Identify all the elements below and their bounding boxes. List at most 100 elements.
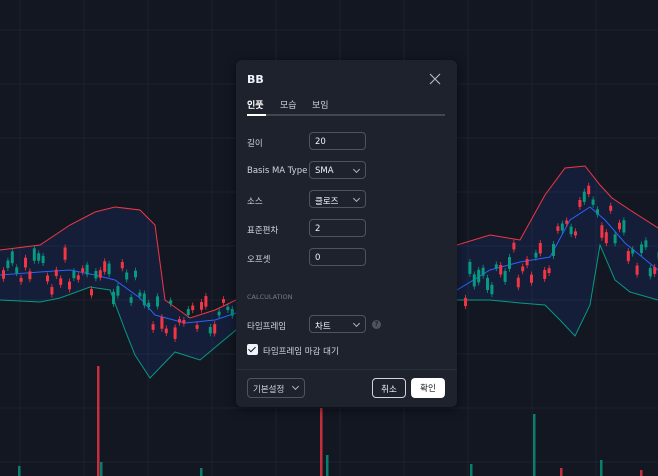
- candle-body: [604, 232, 608, 244]
- stddev-label: 표준편차: [247, 226, 279, 236]
- volume-bar: [97, 366, 100, 476]
- candle-body: [72, 271, 76, 279]
- candle-body: [534, 252, 538, 258]
- candle-body: [222, 299, 225, 303]
- footer-divider: [236, 369, 457, 370]
- tab-visibility[interactable]: 보임: [312, 98, 329, 111]
- candle-body: [2, 270, 5, 279]
- candle-body: [587, 185, 591, 195]
- volume-bar: [100, 462, 103, 476]
- candle-body: [6, 260, 10, 268]
- candle-body: [613, 234, 617, 244]
- candle-body: [59, 278, 63, 285]
- candle-body: [15, 267, 19, 274]
- offset-input[interactable]: 0: [309, 248, 366, 266]
- volume-bar: [640, 470, 643, 476]
- stddev-input[interactable]: 2: [309, 219, 366, 237]
- candle-body: [37, 253, 41, 261]
- basis-ma-type-select[interactable]: SMA: [309, 161, 366, 179]
- candle-body: [94, 271, 98, 279]
- candle-body: [640, 244, 643, 253]
- candle-body: [90, 289, 93, 296]
- candle-body: [24, 257, 27, 268]
- candle-body: [530, 274, 533, 283]
- candle-body: [81, 268, 85, 273]
- tab-divider: [247, 114, 445, 116]
- cancel-button[interactable]: 취소: [372, 378, 406, 398]
- candle-body: [116, 286, 120, 296]
- candle-body: [208, 326, 212, 334]
- candle-body: [508, 257, 511, 269]
- tab-inputs[interactable]: 인풋: [247, 98, 264, 111]
- candle-body: [28, 271, 32, 280]
- candle-body: [472, 274, 476, 287]
- candle-body: [200, 301, 203, 310]
- indicator-settings-dialog: BB 인풋 모습 보임 길이 20 Basis MA Type SMA 소스 클…: [236, 60, 457, 407]
- candle-body: [19, 277, 23, 282]
- volume-bar: [200, 468, 203, 476]
- candle-body: [596, 209, 599, 215]
- tab-bar: 인풋 모습 보임: [247, 98, 445, 118]
- candle-body: [521, 266, 525, 272]
- tab-active-indicator: [247, 114, 266, 116]
- tab-style[interactable]: 모습: [280, 98, 297, 111]
- source-select[interactable]: 클로즈: [309, 190, 366, 208]
- source-value: 클로즈: [315, 197, 339, 207]
- candle-body: [556, 226, 560, 231]
- candle-body: [103, 261, 107, 272]
- candle-body: [230, 308, 234, 316]
- candle-body: [98, 270, 102, 278]
- candle-body: [560, 223, 564, 231]
- candle-body: [107, 263, 111, 275]
- question-icon[interactable]: ?: [372, 320, 381, 329]
- candle-body: [46, 275, 49, 282]
- candle-body: [217, 311, 221, 316]
- candle-body: [195, 324, 199, 329]
- candle-body: [10, 251, 14, 264]
- candle-body: [486, 277, 489, 290]
- candle-body: [644, 240, 648, 248]
- candle-body: [156, 296, 159, 307]
- candle-body: [578, 200, 582, 207]
- candle-body: [648, 268, 652, 277]
- length-input[interactable]: 20: [309, 132, 366, 150]
- offset-label: 오프셋: [247, 255, 271, 265]
- candle-body: [41, 255, 45, 264]
- candle-body: [213, 324, 217, 334]
- candle-body: [490, 284, 494, 295]
- candle-body: [226, 306, 230, 311]
- volume-bar: [326, 455, 329, 476]
- candle-body: [547, 268, 551, 274]
- defaults-dropdown-button[interactable]: 기본설정: [247, 378, 305, 398]
- candle-body: [138, 292, 142, 297]
- candle-body: [173, 327, 177, 339]
- candle-body: [525, 259, 529, 266]
- close-icon[interactable]: [429, 73, 441, 85]
- candle-body: [622, 220, 626, 233]
- candle-body: [618, 222, 621, 230]
- candle-body: [50, 287, 54, 295]
- candle-body: [574, 231, 577, 236]
- candle-body: [591, 199, 595, 205]
- candle-body: [134, 270, 137, 278]
- source-label: 소스: [247, 197, 263, 207]
- candle-body: [204, 296, 208, 307]
- candle-body: [142, 293, 146, 306]
- ok-button[interactable]: 확인: [411, 378, 445, 398]
- candle-body: [32, 248, 36, 261]
- candle-body: [191, 305, 195, 311]
- candle-body: [68, 281, 71, 290]
- candle-body: [552, 244, 555, 256]
- timeframe-value: 차트: [315, 322, 331, 332]
- candle-body: [147, 302, 151, 308]
- candle-body: [499, 264, 503, 275]
- wait-close-checkbox[interactable]: [247, 344, 258, 355]
- basis-ma-type-value: SMA: [315, 166, 334, 176]
- candle-body: [186, 309, 190, 316]
- timeframe-select[interactable]: 차트: [309, 315, 366, 333]
- candle-body: [565, 220, 569, 224]
- basis-ma-type-label: Basis MA Type: [247, 166, 308, 176]
- dialog-title: BB: [247, 73, 264, 86]
- candle-body: [151, 324, 155, 330]
- timeframe-label: 타임프레임: [247, 322, 287, 332]
